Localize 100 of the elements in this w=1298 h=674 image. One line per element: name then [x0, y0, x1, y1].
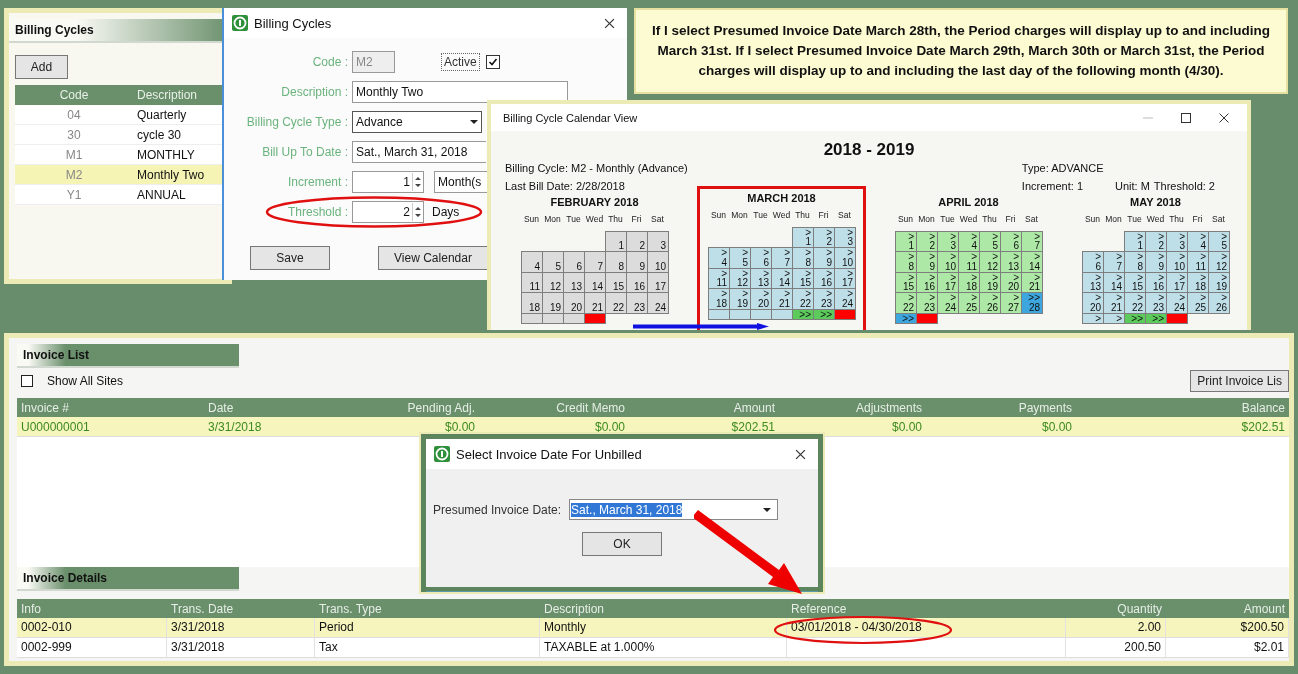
calendar-day[interactable]: > 21	[1021, 271, 1043, 293]
table-row[interactable]: 0002-010 3/31/2018 Period Monthly 03/01/2018 - 04/30/2018 2.00 $200.50	[17, 618, 1289, 638]
calendar-day[interactable]: 5	[542, 251, 564, 273]
calendar-day[interactable]	[542, 312, 564, 324]
calendar-day[interactable]	[584, 312, 606, 324]
calendar-day[interactable]: > 10	[1166, 251, 1188, 273]
calendar-day[interactable]: 11	[521, 271, 543, 293]
calendar-day[interactable]: 19	[542, 292, 564, 314]
print-button[interactable]: Print Invoice Lis	[1190, 370, 1289, 392]
close-icon[interactable]	[795, 448, 806, 460]
calendar-day[interactable]: > 8	[895, 251, 917, 273]
calendar-day[interactable]: > 18	[708, 288, 730, 310]
calendar-day[interactable]: > 4	[708, 247, 730, 269]
calendar-day[interactable]: > 14	[1021, 251, 1043, 273]
calendar-day[interactable]: > 17	[937, 271, 959, 293]
calendar-day[interactable]: > 23	[813, 288, 835, 310]
calendar-day[interactable]: > 27	[1000, 292, 1022, 314]
date-field[interactable]: Sat., March 31, 2018	[352, 141, 486, 163]
save-button[interactable]: Save	[250, 246, 330, 270]
calendar-day[interactable]: > 4	[958, 230, 980, 252]
calendar-day[interactable]: > 3	[1166, 230, 1188, 252]
table-row[interactable]: 0002-999 3/31/2018 Tax TAXABLE at 1.000% 200.50 $2.01	[17, 638, 1289, 658]
calendar-day[interactable]: > 2	[1145, 230, 1167, 252]
calendar-day[interactable]: > 5	[1208, 230, 1230, 252]
calendar-day[interactable]: 9	[626, 251, 648, 273]
active-checkbox[interactable]	[485, 55, 500, 69]
table-row[interactable]: U000000001 3/31/2018 $0.00 $0.00 $202.51 $0.00 $0.00 $202.51	[17, 417, 1289, 437]
calendar-day[interactable]: > 11	[958, 251, 980, 273]
calendar-day[interactable]: > 7	[1021, 230, 1043, 252]
calendar-day[interactable]: > 20	[1000, 271, 1022, 293]
calendar-day[interactable]: > 21	[1103, 292, 1125, 314]
calendar-day[interactable]	[834, 308, 856, 320]
calendar-day[interactable]: > 19	[1208, 271, 1230, 293]
calendar-day[interactable]: > 20	[750, 288, 772, 310]
calendar-day[interactable]: > 10	[834, 247, 856, 269]
calendar-day[interactable]: > 16	[813, 267, 835, 289]
calendar-day[interactable]: 23	[626, 292, 648, 314]
calendar-day[interactable]: > 18	[958, 271, 980, 293]
calendar-day[interactable]: > 8	[1124, 251, 1146, 273]
calendar-day[interactable]: > 24	[937, 292, 959, 314]
calendar-day[interactable]: > 15	[1124, 271, 1146, 293]
calendar-day[interactable]: > 2	[916, 230, 938, 252]
calendar-day[interactable]: > 6	[750, 247, 772, 269]
close-icon[interactable]	[604, 17, 615, 29]
calendar-day[interactable]: > 11	[708, 267, 730, 289]
calendar-day[interactable]: > 5	[979, 230, 1001, 252]
calendar-day[interactable]	[708, 308, 730, 320]
calendar-day[interactable]: > 24	[834, 288, 856, 310]
calendar-day[interactable]: > 12	[979, 251, 1001, 273]
calendar-day[interactable]: > 9	[1145, 251, 1167, 273]
calendar-day[interactable]: > 11	[1187, 251, 1209, 273]
close-icon[interactable]	[1219, 112, 1229, 123]
calendar-day[interactable]: > 22	[895, 292, 917, 314]
calendar-day[interactable]: > 21	[771, 288, 793, 310]
calendar-day[interactable]: > 1	[792, 226, 814, 248]
calendar-day[interactable]: 17	[647, 271, 669, 293]
calendar-day[interactable]: 13	[563, 271, 585, 293]
calendar-day[interactable]: > 2	[813, 226, 835, 248]
calendar-day[interactable]: > 3	[834, 226, 856, 248]
calendar-day[interactable]: > 6	[1000, 230, 1022, 252]
calendar-day[interactable]: >> 28	[1021, 292, 1043, 314]
calendar-day[interactable]	[771, 308, 793, 320]
calendar-day[interactable]: > 9	[813, 247, 835, 269]
threshold-spinner[interactable]: 2	[352, 201, 424, 223]
calendar-day[interactable]: 2	[626, 230, 648, 252]
calendar-day[interactable]: 12	[542, 271, 564, 293]
calendar-day[interactable]: > 7	[771, 247, 793, 269]
ok-button[interactable]: OK	[582, 532, 662, 556]
calendar-day[interactable]: > 15	[895, 271, 917, 293]
calendar-day[interactable]: > 19	[729, 288, 751, 310]
calendar-day[interactable]: > 15	[792, 267, 814, 289]
add-button[interactable]: Add	[15, 55, 68, 79]
calendar-day[interactable]: > 22	[792, 288, 814, 310]
calendar-day[interactable]: 21	[584, 292, 606, 314]
calendar-day[interactable]: > 1	[895, 230, 917, 252]
calendar-day[interactable]: > 1	[1124, 230, 1146, 252]
calendar-day[interactable]: > 6	[1082, 251, 1104, 273]
calendar-day[interactable]: > 23	[1145, 292, 1167, 314]
calendar-day[interactable]: > 14	[771, 267, 793, 289]
calendar-day[interactable]: > 7	[1103, 251, 1125, 273]
calendar-day[interactable]: >	[1103, 312, 1125, 324]
unit-dropdown[interactable]: Month(s	[434, 171, 489, 193]
calendar-day[interactable]	[1166, 312, 1188, 324]
date-dropdown[interactable]: Sat., March 31, 2018	[569, 499, 779, 520]
calendar-day[interactable]: 22	[605, 292, 627, 314]
type-dropdown[interactable]: Advance	[352, 111, 482, 133]
calendar-day[interactable]: > 22	[1124, 292, 1146, 314]
calendar-day[interactable]: > 25	[1187, 292, 1209, 314]
calendar-day[interactable]: > 3	[937, 230, 959, 252]
calendar-day[interactable]: 14	[584, 271, 606, 293]
calendar-day[interactable]: > 12	[1208, 251, 1230, 273]
calendar-day[interactable]: > 26	[1208, 292, 1230, 314]
calendar-day[interactable]: > 19	[979, 271, 1001, 293]
calendar-day[interactable]: > 18	[1187, 271, 1209, 293]
calendar-day[interactable]: > 26	[979, 292, 1001, 314]
calendar-day[interactable]: 7	[584, 251, 606, 273]
calendar-day[interactable]	[521, 312, 543, 324]
calendar-day[interactable]	[563, 312, 585, 324]
calendar-day[interactable]: > 23	[916, 292, 938, 314]
calendar-day[interactable]: > 17	[834, 267, 856, 289]
